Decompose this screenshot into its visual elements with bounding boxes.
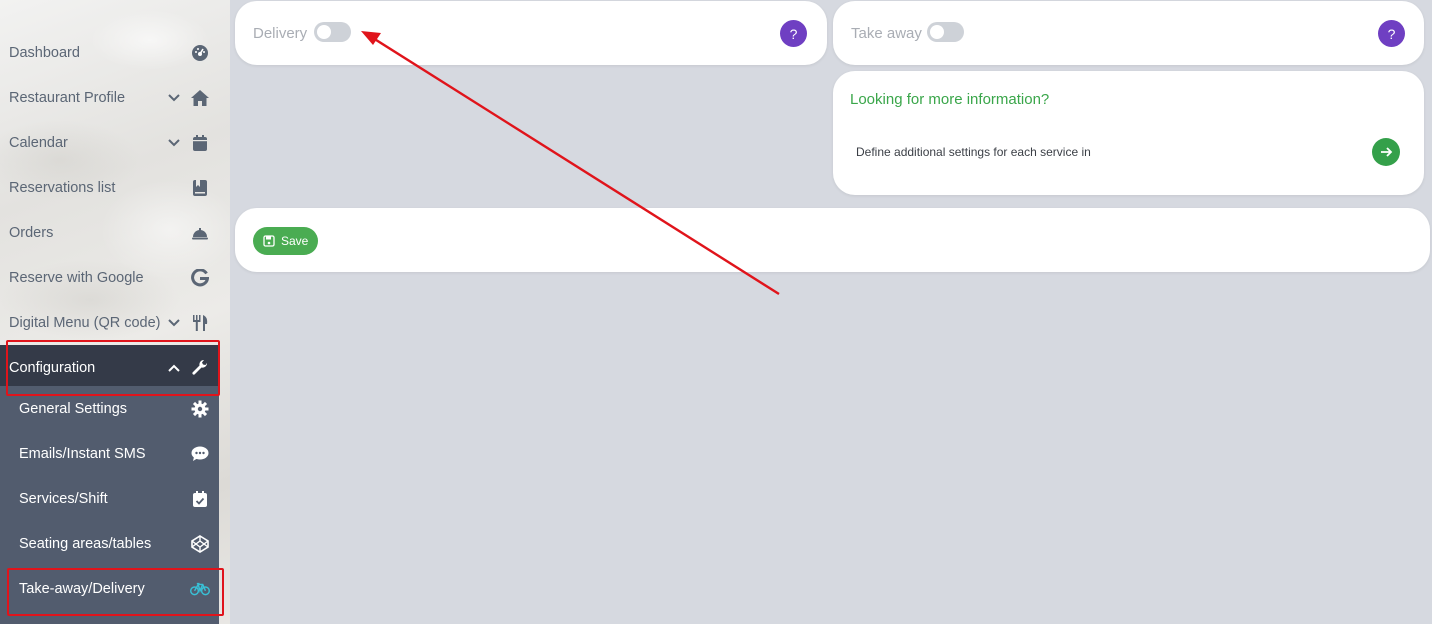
sidebar-item-label: Digital Menu (QR code) bbox=[9, 314, 161, 331]
home-icon bbox=[190, 88, 210, 108]
chevron-down-icon bbox=[166, 135, 182, 151]
bell-icon bbox=[190, 223, 210, 243]
floppy-icon bbox=[263, 235, 275, 247]
sidebar-subitem-emails-sms[interactable]: Emails/Instant SMS bbox=[0, 431, 219, 476]
utensils-icon bbox=[190, 313, 210, 333]
sidebar-subitem-label: Seating areas/tables bbox=[19, 535, 152, 552]
calendar-icon bbox=[190, 133, 210, 153]
sidebar-subitem-label: Emails/Instant SMS bbox=[19, 445, 146, 462]
arrow-right-button[interactable] bbox=[1372, 138, 1400, 166]
wrench-icon bbox=[190, 358, 210, 378]
takeaway-toggle[interactable] bbox=[927, 22, 964, 42]
sidebar-item-label: Calendar bbox=[9, 134, 68, 151]
delivery-toggle[interactable] bbox=[314, 22, 351, 42]
save-card: Save bbox=[235, 208, 1430, 272]
takeaway-label: Take away bbox=[851, 25, 922, 42]
chevron-down-icon bbox=[166, 90, 182, 106]
sidebar-subitem-label: Services/Shift bbox=[19, 490, 108, 507]
sidebar-subitem-label: General Settings bbox=[19, 400, 128, 417]
takeaway-card: Take away ? bbox=[833, 1, 1424, 65]
sidebar-subitem-seating-areas[interactable]: Seating areas/tables bbox=[0, 521, 219, 566]
bicycle-icon bbox=[190, 579, 210, 599]
sidebar-subitem-label: Take-away/Delivery bbox=[19, 580, 145, 597]
sidebar-item-configuration[interactable]: Configuration bbox=[0, 345, 219, 390]
google-icon bbox=[190, 268, 210, 288]
save-label: Save bbox=[281, 234, 309, 248]
sidebar-item-label: Restaurant Profile bbox=[9, 89, 126, 106]
codepen-icon bbox=[190, 534, 210, 554]
sidebar-item-label: Orders bbox=[9, 224, 54, 241]
sidebar-item-digital-menu[interactable]: Digital Menu (QR code) bbox=[0, 300, 219, 345]
dashboard-icon bbox=[190, 43, 210, 63]
sidebar-item-label: Configuration bbox=[9, 359, 96, 376]
sidebar-item-reservations-list[interactable]: Reservations list bbox=[0, 165, 219, 210]
delivery-help-button[interactable]: ? bbox=[780, 20, 807, 47]
calendar-check-icon bbox=[190, 489, 210, 509]
more-info-title: Looking for more information? bbox=[850, 91, 1050, 108]
sidebar-item-reserve-with-google[interactable]: Reserve with Google bbox=[0, 255, 219, 300]
delivery-card: Delivery ? bbox=[235, 1, 827, 65]
book-icon bbox=[190, 178, 210, 198]
delivery-label: Delivery bbox=[253, 25, 308, 42]
sidebar-item-orders[interactable]: Orders bbox=[0, 210, 219, 255]
more-info-text: Define additional settings for each serv… bbox=[856, 145, 1091, 159]
sidebar-subitem-takeaway-delivery[interactable]: Take-away/Delivery bbox=[0, 566, 219, 611]
more-info-card: Looking for more information? Define add… bbox=[833, 71, 1424, 195]
chevron-down-icon bbox=[166, 315, 182, 331]
sidebar-item-label: Reservations list bbox=[9, 179, 116, 196]
sidebar-item-label: Dashboard bbox=[9, 44, 80, 61]
sidebar-item-dashboard[interactable]: Dashboard bbox=[0, 30, 219, 75]
gear-icon bbox=[190, 399, 210, 419]
sidebar-subitem-general-settings[interactable]: General Settings bbox=[0, 386, 219, 431]
save-button[interactable]: Save bbox=[253, 227, 319, 255]
sidebar-subitem-services-shift[interactable]: Services/Shift bbox=[0, 476, 219, 521]
sidebar-item-calendar[interactable]: Calendar bbox=[0, 120, 219, 165]
sidebar: Dashboard Restaurant Profile Calendar Re… bbox=[0, 0, 230, 624]
arrow-right-icon bbox=[1381, 147, 1393, 157]
chevron-up-icon bbox=[166, 360, 182, 376]
takeaway-help-button[interactable]: ? bbox=[1378, 20, 1405, 47]
sidebar-item-label: Reserve with Google bbox=[9, 269, 144, 286]
toggle-knob bbox=[930, 25, 944, 39]
chat-icon bbox=[190, 444, 210, 464]
toggle-knob bbox=[317, 25, 331, 39]
sidebar-item-restaurant-profile[interactable]: Restaurant Profile bbox=[0, 75, 219, 120]
